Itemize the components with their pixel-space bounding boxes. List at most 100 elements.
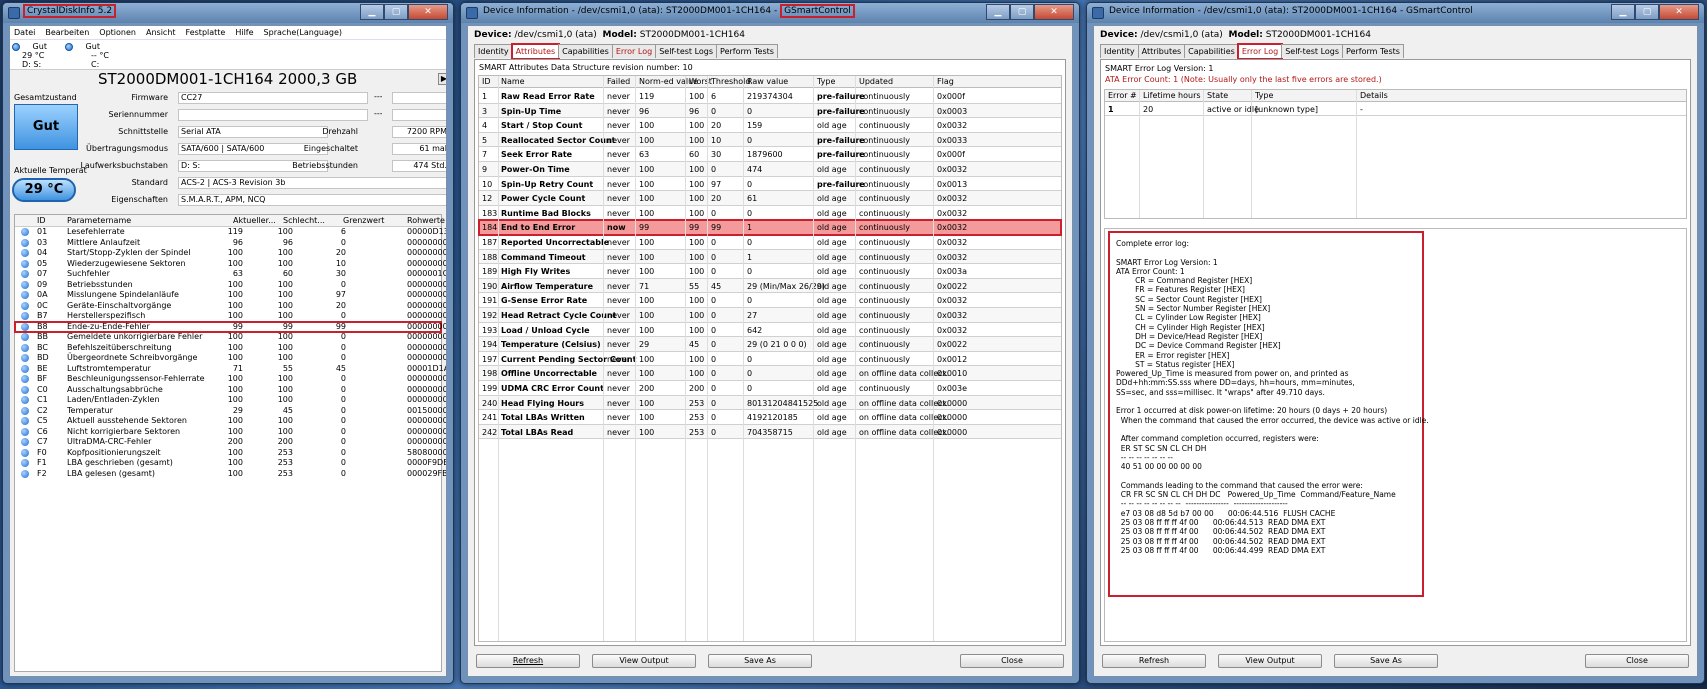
smart-attribute-list[interactable]: ID Parametername Aktueller... Schlecht..… <box>14 214 446 672</box>
tab-perform-tests[interactable]: Perform Tests <box>716 44 778 58</box>
tab-attributes[interactable]: Attributes <box>510 43 561 60</box>
column-header[interactable]: Failed <box>607 77 630 86</box>
menu-item-5[interactable]: Hilfe <box>235 28 253 37</box>
tab-perform-tests[interactable]: Perform Tests <box>1342 44 1404 58</box>
drive-tab-2[interactable]: Gut -- °C C: <box>65 42 109 69</box>
menu-item-1[interactable]: Bearbeiten <box>45 28 89 37</box>
minimize-icon[interactable]: ▁ <box>1611 4 1635 20</box>
table-row[interactable]: 189 High Fly Writes never 100 100 0 0 old age co… <box>479 264 1061 279</box>
list-item[interactable]: 0A Misslungene Spindelanläufe 100 100 97 0000… <box>15 290 446 301</box>
list-item[interactable]: BD Übergeordnete Schreibvorgänge 100 100 0 00… <box>15 353 446 364</box>
minimize-icon[interactable]: ▁ <box>360 4 384 20</box>
list-item[interactable]: 04 Start/Stopp-Zyklen der Spindel 100 100 20… <box>15 248 446 259</box>
list-item[interactable]: C0Ausschaltungsabbrüche10010000000000000… <box>15 385 446 396</box>
table-row[interactable]: 188 Command Timeout never 100 100 0 1 old age co… <box>479 249 1061 265</box>
list-item[interactable]: F2LBA gelesen (gesamt)1002530000029FBA93… <box>15 469 446 480</box>
list-item[interactable]: B7Herstellerspezifisch100100000000000000… <box>15 311 446 322</box>
table-row[interactable]: 240 Head Flying Hours never 100 253 0 80131204… <box>479 395 1061 411</box>
table-row[interactable]: 5 Reallocated Sector Count never 100 100 10 0 p… <box>479 132 1061 148</box>
list-item[interactable]: C5 Aktuell ausstehende Sektoren 100 100 0 000… <box>15 416 446 427</box>
tab-capabilities[interactable]: Capabilities <box>558 44 613 58</box>
view-output-button[interactable]: View Output <box>592 654 696 668</box>
column-header[interactable]: Flag <box>937 77 954 86</box>
menu-item-3[interactable]: Ansicht <box>146 28 176 37</box>
tab-error-log[interactable]: Error Log <box>611 44 657 58</box>
list-item[interactable]: 05 Wiederzugewiesene Sektoren 100 100 10 0000… <box>15 259 446 270</box>
next-disk-button[interactable]: ▶ <box>438 73 446 85</box>
list-item[interactable]: C2Temperatur2945000150000001D <box>15 406 446 417</box>
maximize-icon[interactable]: ▢ <box>1010 4 1034 20</box>
table-row[interactable]: 3 Spin-Up Time never 96 96 0 0 pre-failure conti… <box>479 103 1061 119</box>
tab-self-test-logs[interactable]: Self-test Logs <box>655 44 718 58</box>
menu-item-4[interactable]: Festplatte <box>186 28 226 37</box>
table-row[interactable]: 183 Runtime Bad Blocks never 100 100 0 0 old ag… <box>479 206 1061 221</box>
menu-item-2[interactable]: Optionen <box>99 28 136 37</box>
column-header[interactable]: Raw value <box>747 77 788 86</box>
list-item[interactable]: F0Kopfpositionierungszeit100253058080000… <box>15 448 446 459</box>
tab-capabilities[interactable]: Capabilities <box>1184 44 1239 58</box>
refresh-button[interactable]: Refresh <box>476 654 580 668</box>
table-row[interactable]: 199 UDMA CRC Error Count never 200 200 0 0 old … <box>479 381 1061 396</box>
temperature-display[interactable]: 29 °C <box>12 178 76 202</box>
tab-attributes[interactable]: Attributes <box>1137 44 1186 58</box>
list-item[interactable]: C7UltraDMA-CRC-Fehler2002000000000000000 <box>15 437 446 448</box>
list-item[interactable]: BF Beschleunigungssensor-Fehlerrate 100 100… <box>15 374 446 385</box>
list-item[interactable]: F1 LBA geschrieben (gesamt) 100 253 0 0000F9D… <box>15 458 446 469</box>
column-header[interactable]: ID <box>482 77 491 86</box>
close-icon[interactable]: ✕ <box>408 4 448 20</box>
column-header[interactable]: Threshold <box>711 77 750 86</box>
minimize-icon[interactable]: ▁ <box>986 4 1010 20</box>
close-button[interactable]: Close <box>960 654 1064 668</box>
health-status-button[interactable]: Gut <box>14 104 78 150</box>
table-row[interactable]: 7 Seek Error Rate never 63 60 30 1879600 pre-fa… <box>479 147 1061 162</box>
attributes-table[interactable]: ID Name Failed Norm-ed value Worst Threshold R… <box>478 75 1062 642</box>
table-row[interactable]: 9 Power-On Time never 100 100 0 474 old age cont… <box>479 162 1061 177</box>
gsc2-titlebar[interactable]: Device Information - /dev/csmi1,0 (ata):… <box>1087 3 1704 23</box>
menu-item-0[interactable]: Datei <box>14 28 35 37</box>
table-row[interactable]: 12 Power Cycle Count never 100 100 20 61 old ag… <box>479 191 1061 206</box>
save-as-button[interactable]: Save As <box>1334 654 1438 668</box>
save-as-button[interactable]: Save As <box>708 654 812 668</box>
table-row[interactable]: 184 End to End Error now 99 99 99 1 old age cont… <box>478 219 1062 236</box>
tab-identity[interactable]: Identity <box>1100 44 1139 58</box>
gsc1-titlebar[interactable]: Device Information - /dev/csmi1,0 (ata):… <box>461 3 1079 23</box>
close-icon[interactable]: ✕ <box>1659 4 1699 20</box>
list-item[interactable]: 0C Geräte-Einschaltvorgänge 100 100 20 000000… <box>15 301 446 312</box>
list-item[interactable]: BELuftstromtemperatur71554500001D1A001D <box>15 364 446 375</box>
column-header[interactable]: Type <box>817 77 835 86</box>
tab-identity[interactable]: Identity <box>474 44 513 58</box>
view-output-button[interactable]: View Output <box>1218 654 1322 668</box>
table-row[interactable]: 192 Head Retract Cycle Count never 100 100 0 2… <box>479 308 1061 323</box>
tab-self-test-logs[interactable]: Self-test Logs <box>1281 44 1344 58</box>
drive-tab-1[interactable]: Gut 29 °C D: S: <box>12 42 47 69</box>
maximize-icon[interactable]: ▢ <box>384 4 408 20</box>
table-row[interactable]: 190 Airflow Temperature never 71 55 45 29 (Min… <box>479 278 1061 294</box>
table-row[interactable]: 194 Temperature (Celsius) never 29 45 0 29 (0 … <box>479 337 1061 352</box>
table-row[interactable]: 242 Total LBAs Read never 100 253 0 704358715 o… <box>479 424 1061 440</box>
table-row[interactable]: 1 20 active or idle [unknown type] - <box>1105 103 1686 116</box>
close-icon[interactable]: ✕ <box>1034 4 1074 20</box>
table-row[interactable]: 4 Start / Stop Count never 100 100 20 159 old a… <box>479 118 1061 133</box>
table-row[interactable]: 187 Reported Uncorrectable never 100 100 0 0 ol… <box>479 235 1061 250</box>
error-table[interactable]: Error # Lifetime hours State Type Detail… <box>1104 89 1687 219</box>
tab-error-log[interactable]: Error Log <box>1236 43 1284 60</box>
column-header[interactable]: Name <box>501 77 525 86</box>
list-item[interactable]: 07Suchfehler6360300000001CAE2B <box>15 269 446 280</box>
table-row[interactable]: 191 G-Sense Error Rate never 100 100 0 0 old ag… <box>479 293 1061 308</box>
list-item[interactable]: C6 Nicht korrigierbare Sektoren 100 100 0 000… <box>15 427 446 438</box>
table-row[interactable]: 10 Spin-Up Retry Count never 100 100 97 0 pre-f… <box>479 177 1061 192</box>
list-item[interactable]: 01Lesefehlerrate119100600000D1362E0 <box>15 227 446 238</box>
table-row[interactable]: 193 Load / Unload Cycle never 100 100 0 642 old… <box>479 323 1061 338</box>
table-row[interactable]: 198 Offline Uncorrectable never 100 100 0 0 old… <box>479 366 1061 381</box>
column-header[interactable]: Updated <box>859 77 893 86</box>
list-item[interactable]: 03Mittlere Anlaufzeit96960000000000000 <box>15 238 446 249</box>
list-item[interactable]: C1Laden/Entladen-Zyklen10010000000000002… <box>15 395 446 406</box>
refresh-button[interactable]: Refresh <box>1102 654 1206 668</box>
column-header[interactable]: Worst <box>689 77 712 86</box>
menu-item-6[interactable]: Sprache(Language) <box>264 28 342 37</box>
table-row[interactable]: 1 Raw Read Error Rate never 119 100 6 21937430… <box>479 89 1061 104</box>
table-row[interactable]: 241 Total LBAs Written never 100 253 0 4192120… <box>479 410 1061 425</box>
table-row[interactable]: 197 Current Pending Sector Count never 100 1… <box>479 352 1061 367</box>
complete-error-log[interactable]: Complete error log: SMART Error Log Vers… <box>1104 228 1687 642</box>
list-item[interactable]: BC Befehlszeitüberschreitung 100 100 0 000000… <box>15 343 446 354</box>
